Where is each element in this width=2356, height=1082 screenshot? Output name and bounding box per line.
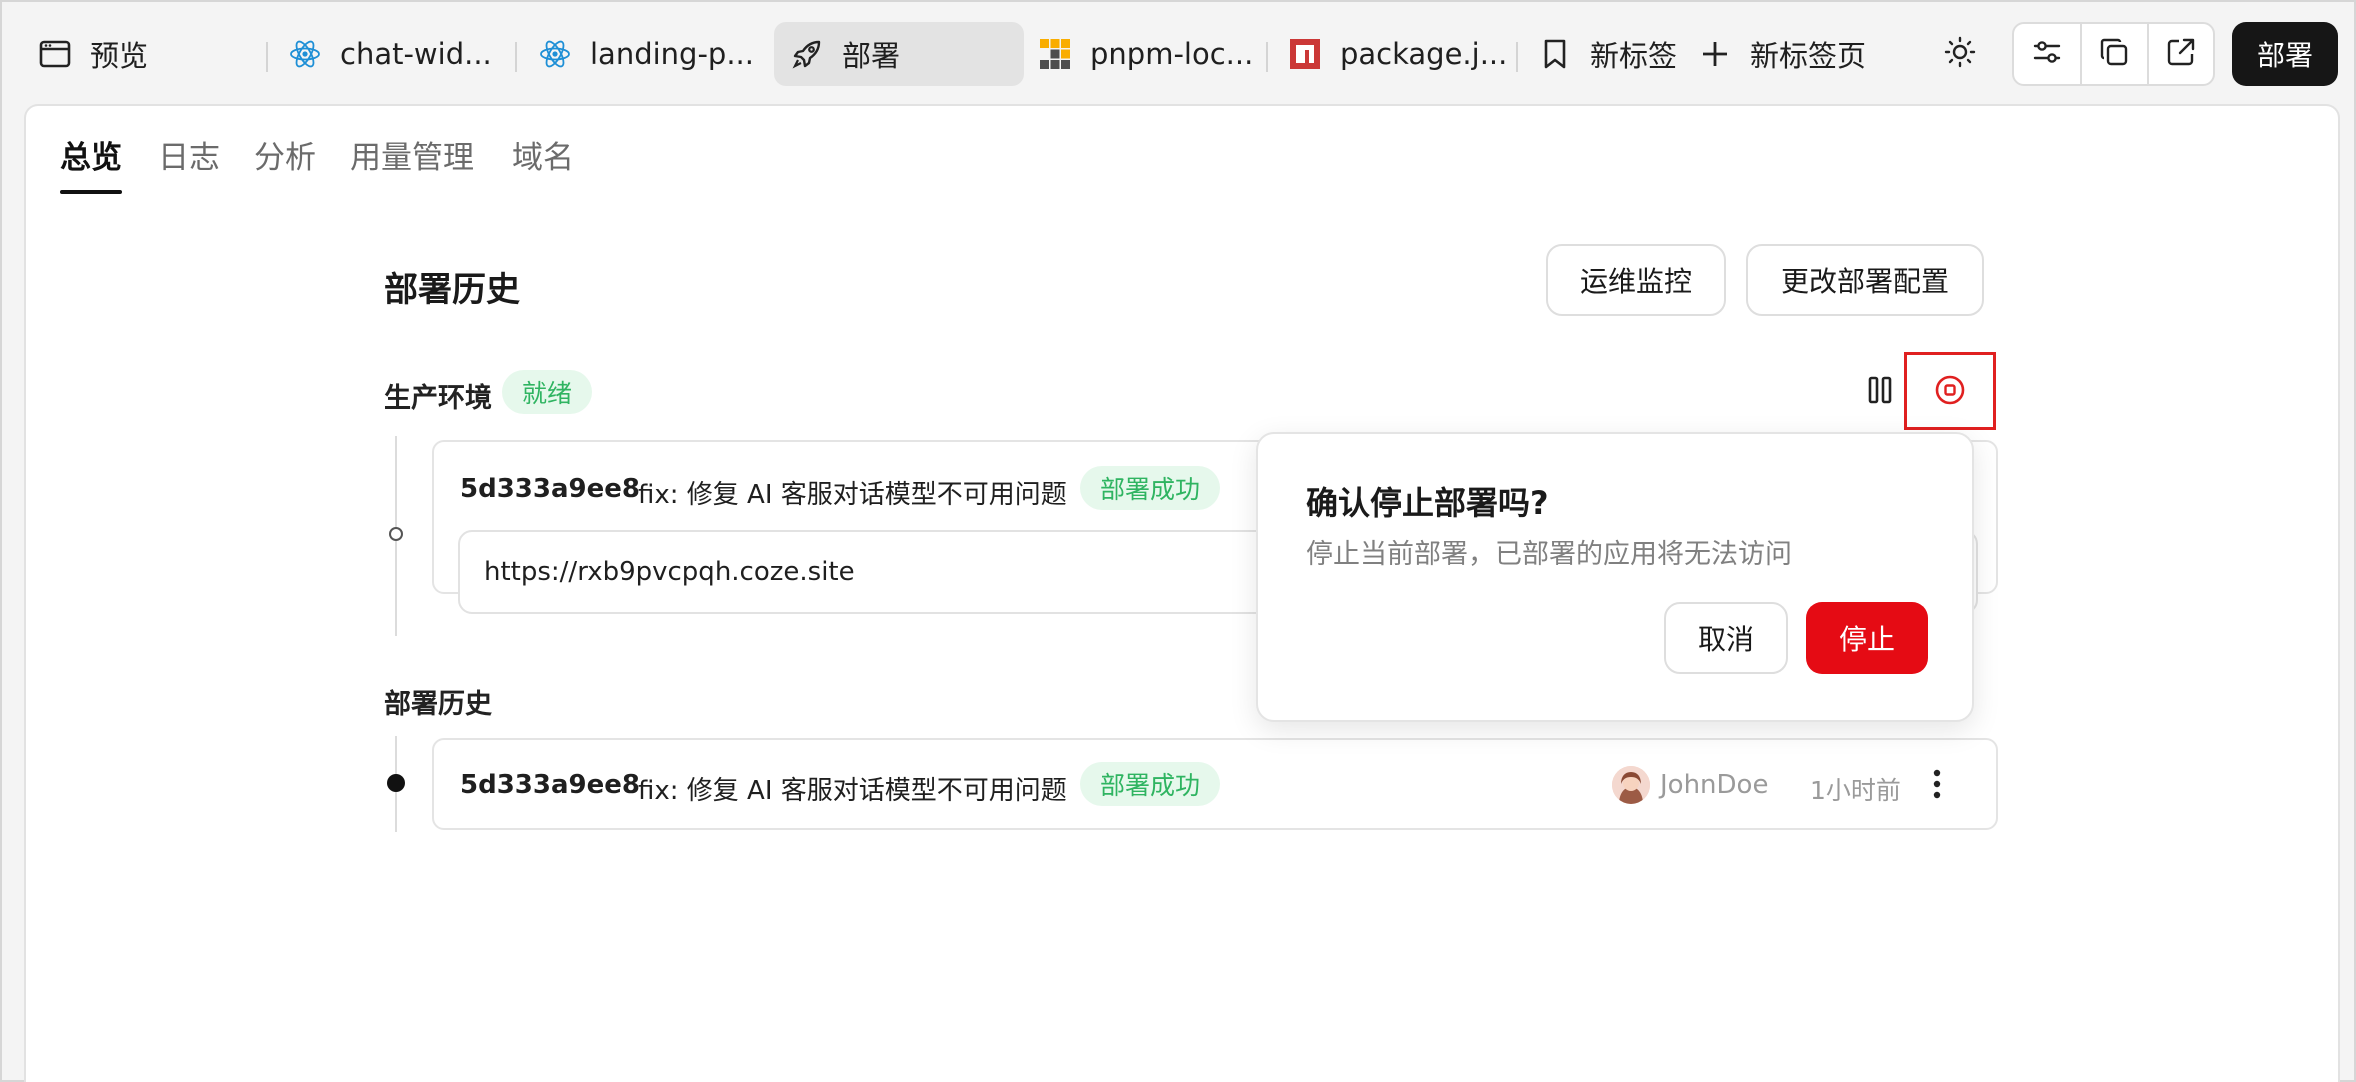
history-row[interactable]: 5d333a9ee8 fix: 修复 AI 客服对话模型不可用问题 部署成功 J… (432, 738, 1998, 830)
subtab-logs[interactable]: 日志 (158, 132, 220, 194)
tab-landing-page[interactable]: landing-p... (538, 22, 754, 86)
tab-label: 部署 (842, 39, 901, 73)
deploy-time: 1小时前 (1810, 776, 1901, 805)
tab-package-json[interactable]: package.j... (1288, 22, 1507, 86)
tab-label: pnpm-loc... (1090, 37, 1254, 71)
deploy-success-badge: 部署成功 (1080, 466, 1221, 510)
copy-icon (2099, 37, 2129, 71)
plus-icon (1698, 37, 1732, 71)
subtab-overview[interactable]: 总览 (60, 132, 122, 194)
history-label: 部署历史 (384, 689, 492, 720)
copy-button[interactable] (2080, 24, 2146, 84)
external-link-icon (2166, 37, 2196, 71)
tab-deploy[interactable]: 部署 (774, 22, 1024, 86)
tab-label: 新标签页 (1750, 39, 1867, 73)
confirm-stop-button[interactable]: 停止 (1806, 602, 1928, 674)
subtab-usage[interactable]: 用量管理 (350, 132, 474, 194)
more-vertical-icon (1933, 769, 1941, 803)
stop-deploy-confirm-popover: 确认停止部署吗? 停止当前部署，已部署的应用将无法访问 取消 停止 (1256, 432, 1974, 722)
theme-toggle-button[interactable] (1938, 32, 1982, 76)
deploy-button[interactable]: 部署 (2232, 22, 2338, 86)
toolbar-icon-group (2012, 22, 2215, 86)
tab-divider (1266, 42, 1268, 72)
stop-circle-icon (1934, 374, 1966, 410)
deploy-user: JohnDoe (1660, 770, 1769, 800)
change-config-button[interactable]: 更改部署配置 (1746, 244, 1984, 316)
tab-new-tab[interactable]: 新标签页 (1698, 22, 1866, 86)
open-external-button[interactable] (2146, 24, 2213, 84)
status-badge: 就绪 (502, 370, 593, 414)
tab-new-bookmark[interactable]: 新标签 (1538, 22, 1677, 86)
tab-chat-widget[interactable]: chat-wid... (288, 22, 492, 86)
tab-divider (515, 42, 517, 72)
tab-divider (266, 42, 268, 72)
tab-label: 预览 (90, 39, 149, 73)
popover-description: 停止当前部署，已部署的应用将无法访问 (1306, 539, 1792, 570)
tab-label: landing-p... (590, 37, 754, 71)
deploy-success-badge: 部署成功 (1080, 762, 1221, 806)
commit-hash: 5d333a9ee8 (460, 770, 640, 800)
cancel-button[interactable]: 取消 (1664, 602, 1788, 674)
pause-icon (1868, 376, 1892, 408)
app-frame: 预览 chat-wid... landing-p... 部署 pnpm-loc.… (0, 0, 2356, 1082)
browser-window-icon (38, 37, 72, 71)
npm-icon (1288, 37, 1322, 71)
rocket-icon (790, 37, 824, 71)
tab-preview[interactable]: 预览 (38, 22, 148, 86)
timeline-dot-current (389, 527, 403, 541)
pnpm-icon (1038, 37, 1072, 71)
pause-button[interactable] (1860, 372, 1900, 412)
settings-button[interactable] (2014, 24, 2080, 84)
tab-divider (1516, 42, 1518, 72)
sun-icon (1944, 36, 1976, 72)
tab-bar: 预览 chat-wid... landing-p... 部署 pnpm-loc.… (2, 2, 2356, 104)
tab-label: 新标签 (1590, 39, 1678, 73)
commit-message: fix: 修复 AI 客服对话模型不可用问题 (638, 480, 1067, 510)
commit-message: fix: 修复 AI 客服对话模型不可用问题 (638, 776, 1067, 806)
commit-hash: 5d333a9ee8 (460, 474, 640, 504)
react-icon (538, 37, 572, 71)
bookmark-icon (1538, 37, 1572, 71)
more-actions-button[interactable] (1922, 766, 1952, 806)
stop-deploy-button[interactable] (1930, 372, 1970, 412)
main-panel: 总览 日志 分析 用量管理 域名 部署历史 运维监控 更改部署配置 生产环境 就… (24, 104, 2340, 1082)
react-icon (288, 37, 322, 71)
subtab-analytics[interactable]: 分析 (254, 132, 316, 194)
popover-title: 确认停止部署吗? (1306, 484, 1549, 522)
tab-pnpm-lock[interactable]: pnpm-loc... (1038, 22, 1253, 86)
subtab-domains[interactable]: 域名 (512, 132, 574, 194)
tab-label: package.j... (1340, 37, 1508, 71)
timeline-dot (387, 774, 405, 792)
monitor-button[interactable]: 运维监控 (1546, 244, 1726, 316)
sliders-icon (2032, 37, 2062, 71)
page-title: 部署历史 (384, 270, 520, 310)
tab-label: chat-wid... (340, 37, 492, 71)
avatar (1612, 766, 1650, 804)
production-env-label: 生产环境 (384, 383, 492, 414)
